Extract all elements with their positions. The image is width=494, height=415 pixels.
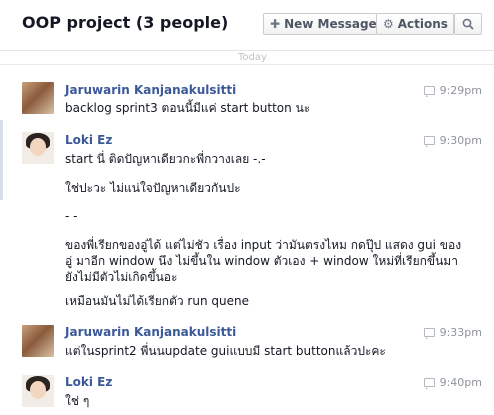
message-timestamp: 9:40pm [423,376,482,389]
search-icon [462,18,474,30]
message-author[interactable]: Jaruwarin Kanjanakulsitti [65,83,236,97]
message-text: เหมือนมันไม่ได้เรียกตัว run quene [65,294,249,308]
message-text: ใช่ ๆ [65,394,90,408]
message-text: แต่ในsprint2 พี่นนupdate guiแบบมี start … [65,344,386,358]
message-bubble-icon [423,136,435,147]
message-timestamp: 9:33pm [423,326,482,339]
date-separator-label: Today [238,52,267,63]
message-text: - - [65,209,78,223]
gear-icon: ⚙ [383,17,394,31]
new-message-button[interactable]: ✚ New Message [263,13,377,35]
message-time: 9:29pm [439,84,482,97]
message-time: 9:33pm [439,326,482,339]
message-author[interactable]: Jaruwarin Kanjanakulsitti [65,325,236,339]
message-author[interactable]: Loki Ez [65,133,112,147]
conversation-title: OOP project (3 people) [22,13,229,32]
message-time: 9:30pm [439,134,482,147]
avatar[interactable] [22,325,54,357]
avatar[interactable] [22,375,54,407]
message-bubble-icon [423,86,435,97]
message-time: 9:40pm [439,376,482,389]
new-message-label: New Message [284,17,377,31]
search-button[interactable] [454,13,482,35]
conversation-header: OOP project (3 people) ✚ New Message ⚙ A… [0,0,494,51]
actions-label: Actions [397,17,448,31]
message-author[interactable]: Loki Ez [65,375,112,389]
avatar[interactable] [22,82,54,114]
message-text: ของพี่เรียกของอู่ได้ แต่ไม่ชัว เรื่อง in… [65,238,462,284]
message-timestamp: 9:29pm [423,84,482,97]
message-bubble-icon [423,328,435,339]
scroll-indicator [0,120,3,200]
message-text: backlog sprint3 ตอนนี้มีแค่ start button… [65,101,311,115]
plus-icon: ✚ [270,17,281,31]
message-timestamp: 9:30pm [423,134,482,147]
message-text: start นี่ ติดปัญหาเดียวกะพี่กวางเลย -.- [65,152,266,166]
message-text: ใช่ปะวะ ไม่แน่ใจปัญหาเดียวกันปะ [65,181,241,195]
actions-button[interactable]: ⚙ Actions [376,13,454,35]
avatar[interactable] [22,132,54,164]
message-bubble-icon [423,378,435,389]
